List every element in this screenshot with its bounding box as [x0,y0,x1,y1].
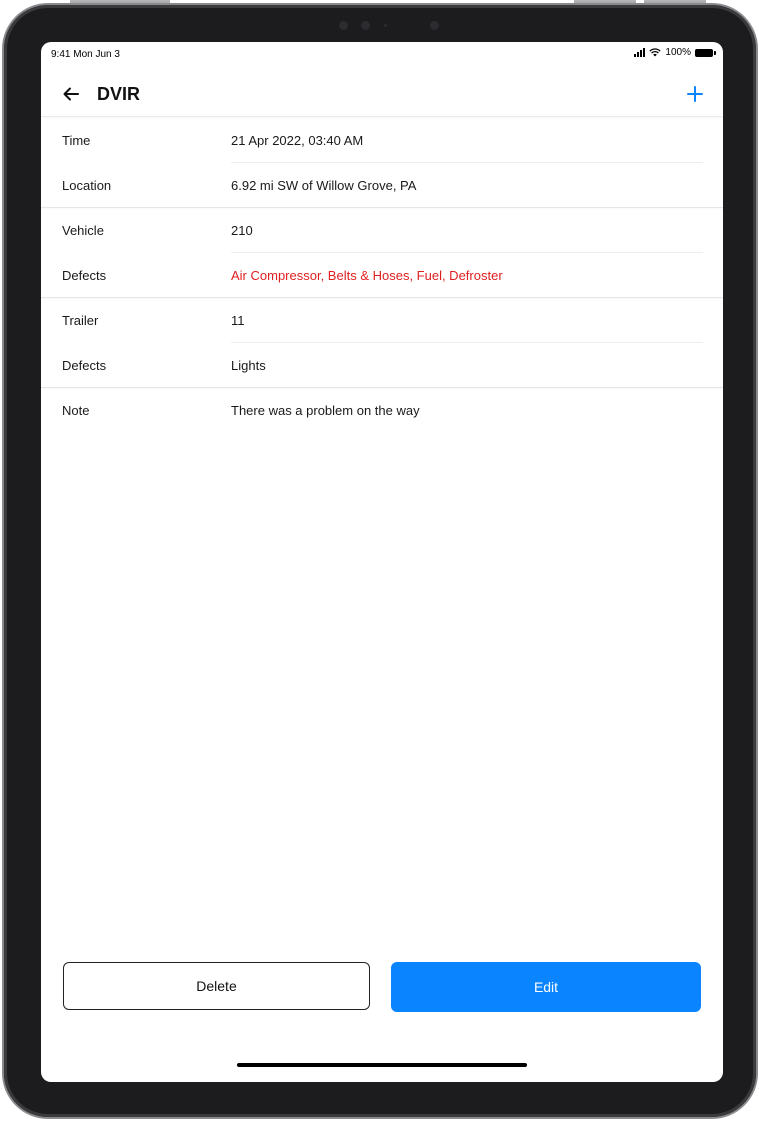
home-indicator[interactable] [237,1063,527,1067]
delete-button[interactable]: Delete [63,962,370,1010]
detail-row-vehicle: Vehicle 210 [41,208,723,252]
detail-row-trailer-defects: Defects Lights [41,343,723,387]
battery-icon [695,48,716,57]
vehicle-defects-value: Air Compressor, Belts & Hoses, Fuel, Def… [231,267,503,283]
detail-row-location: Location 6.92 mi SW of Willow Grove, PA [41,163,723,207]
detail-row-note: Note There was a problem on the way [41,388,723,432]
trailer-defects-label: Defects [62,357,107,373]
camera-sensor-icon [339,21,348,30]
location-label: Location [62,177,112,193]
screen: 9:41 Mon Jun 3 100% DVIR Time 21 Apr 202… [41,42,723,1082]
vehicle-value: 210 [231,222,253,238]
time-value: 21 Apr 2022, 03:40 AM [231,132,364,148]
camera-bar [4,21,756,31]
camera-sensor-icon [430,21,439,30]
time-label: Time [62,132,91,148]
detail-row-vehicle-defects: Defects Air Compressor, Belts & Hoses, F… [41,253,723,297]
vehicle-label: Vehicle [62,222,104,238]
vehicle-defects-label: Defects [62,267,107,283]
edit-button[interactable]: Edit [391,962,701,1012]
plus-icon[interactable] [683,82,707,106]
note-value: There was a problem on the way [231,402,420,418]
arrow-left-icon[interactable] [59,82,83,106]
wifi-icon [649,48,662,57]
trailer-value: 11 [231,312,245,328]
dvir-details: Time 21 Apr 2022, 03:40 AM Location 6.92… [41,118,723,432]
note-label: Note [62,402,90,418]
page-title: DVIR [97,84,141,104]
detail-row-trailer: Trailer 11 [41,298,723,342]
status-indicators: 100% [634,47,716,58]
trailer-label: Trailer [62,312,99,328]
navigation-bar: DVIR [41,72,723,117]
location-value: 6.92 mi SW of Willow Grove, PA [231,177,417,193]
camera-flash-icon [384,24,387,27]
status-bar: 9:41 Mon Jun 3 100% [41,42,723,68]
cellular-signal-icon [634,48,646,57]
detail-row-time: Time 21 Apr 2022, 03:40 AM [41,118,723,162]
trailer-defects-value: Lights [231,357,266,373]
battery-percentage: 100% [665,47,691,58]
status-time: 9:41 Mon Jun 3 [51,49,120,60]
camera-lens-icon [361,21,370,30]
